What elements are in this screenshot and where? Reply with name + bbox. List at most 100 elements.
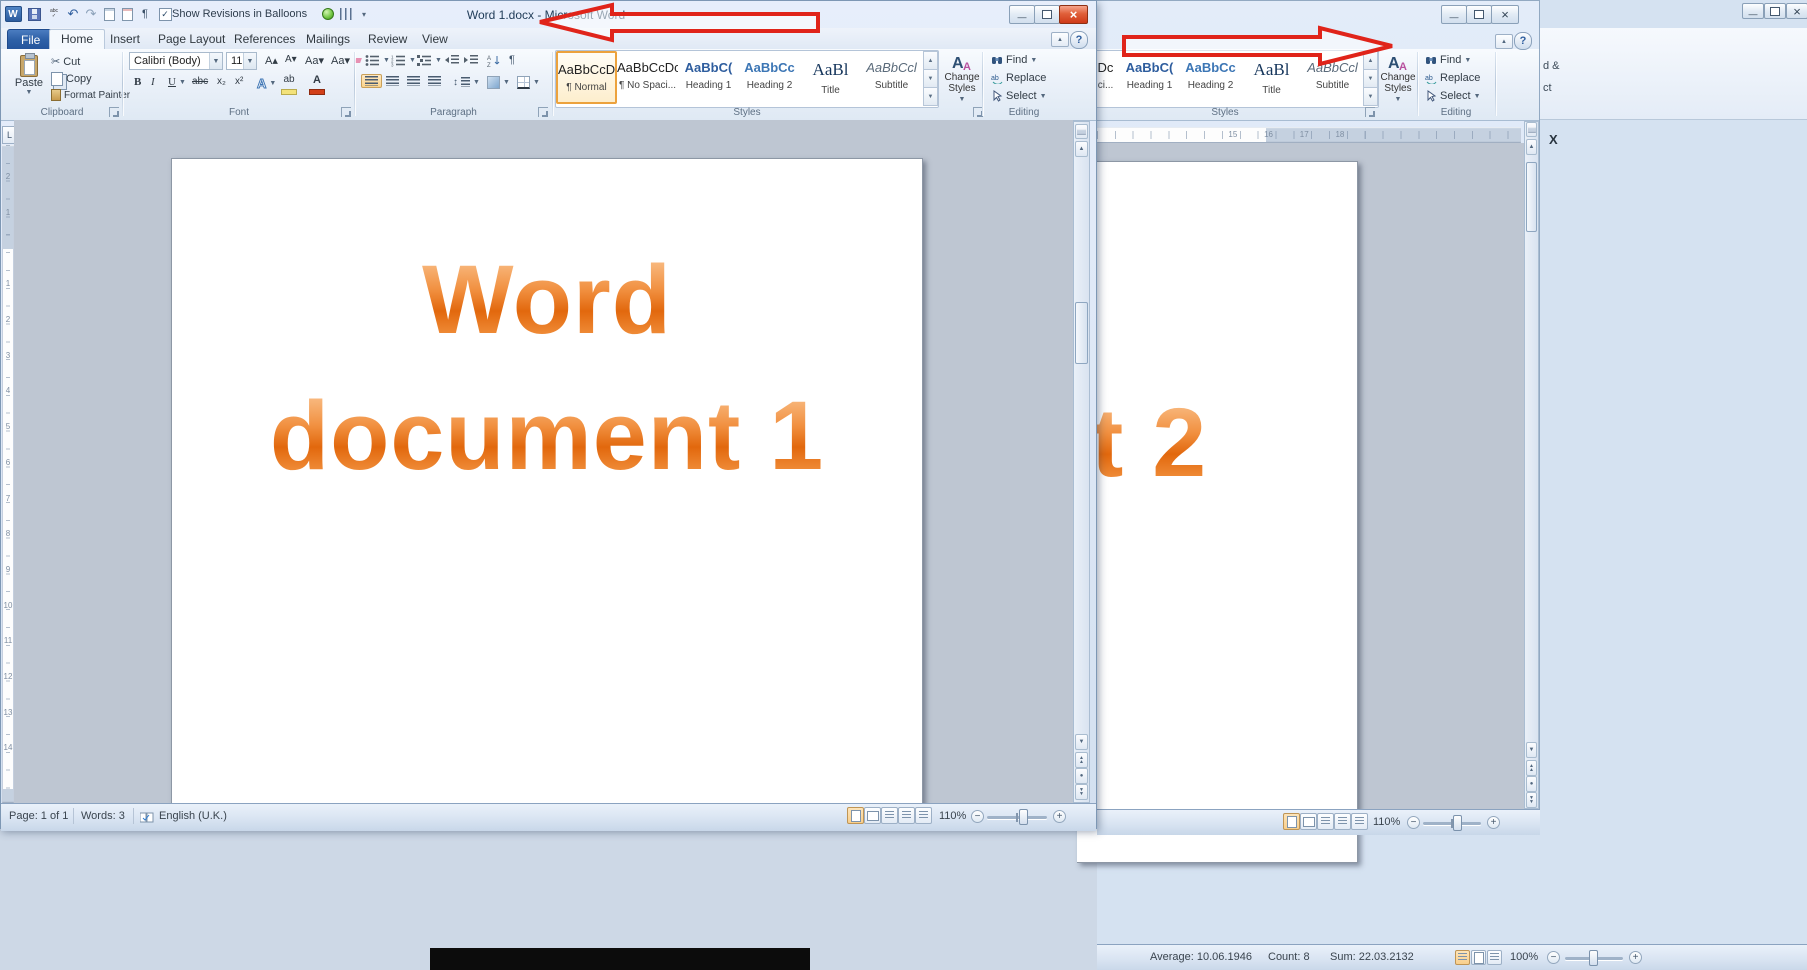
proofing-icon[interactable]: [140, 812, 154, 824]
grow-font-button[interactable]: [261, 52, 282, 69]
style-cell-title[interactable]: AaBl Title: [1241, 51, 1302, 104]
style-cell-heading1[interactable]: AaBbC( Heading 1: [678, 51, 739, 104]
zoom-in-button2[interactable]: +: [1487, 816, 1500, 829]
replace-button[interactable]: ab Replace: [987, 70, 1050, 86]
select-browse-object-button[interactable]: ●: [1075, 768, 1088, 784]
underline-button[interactable]: ▼: [164, 74, 190, 90]
tab-view[interactable]: View: [411, 30, 459, 49]
copy-button[interactable]: Copy: [47, 70, 96, 88]
outline-view-button[interactable]: [898, 807, 915, 824]
cut-button[interactable]: Cut: [47, 53, 84, 70]
zoom-level[interactable]: 110%: [939, 810, 966, 822]
vertical-ruler[interactable]: 211234567891011121314: [2, 145, 14, 803]
replace-button2[interactable]: ab Replace: [1421, 70, 1484, 86]
align-left-button[interactable]: [361, 74, 382, 88]
shrink-font-button[interactable]: [281, 52, 301, 67]
increase-indent-button[interactable]: [460, 52, 482, 68]
redo-button[interactable]: [82, 6, 100, 22]
scroll-up-button[interactable]: ▲: [1526, 139, 1537, 155]
highlight-button[interactable]: ab: [277, 73, 301, 97]
vertical-scrollbar2[interactable]: ▲ ▼ ▲ ▲ ● ▼ ▼: [1524, 121, 1539, 809]
select-browse-object-button[interactable]: ●: [1526, 776, 1537, 792]
style-cell-heading1[interactable]: AaBbC( Heading 1: [1119, 51, 1180, 104]
show-hide-marks-button[interactable]: [505, 52, 519, 68]
excel-view-normal-button[interactable]: [1455, 950, 1470, 965]
undo-button[interactable]: [64, 6, 82, 22]
show-markup-button[interactable]: [118, 6, 136, 22]
print-preview-button[interactable]: [100, 6, 118, 22]
scrollbar-thumb[interactable]: [1526, 162, 1537, 232]
excel-zoom-in-button[interactable]: +: [1629, 951, 1642, 964]
draft-view-button2[interactable]: [1351, 813, 1368, 830]
window1-minimize-button[interactable]: [1009, 5, 1035, 24]
web-layout-button2[interactable]: [1317, 813, 1334, 830]
web-layout-button[interactable]: [881, 807, 898, 824]
spelling-button[interactable]: [45, 6, 63, 22]
zoom-out-button2[interactable]: −: [1407, 816, 1420, 829]
print-layout-button[interactable]: [847, 807, 864, 824]
tab-review[interactable]: Review: [357, 30, 418, 49]
borders-button[interactable]: ▼: [513, 74, 544, 91]
previous-page-button[interactable]: ▲ ▲: [1075, 752, 1088, 768]
collapse-ribbon-button2[interactable]: ▲: [1495, 34, 1513, 49]
strikethrough-button[interactable]: [188, 74, 212, 89]
previous-page-button[interactable]: ▲ ▲: [1526, 760, 1537, 776]
excel-view-page-break-button[interactable]: [1487, 950, 1502, 965]
style-cell-subtitle[interactable]: AaBbCcl Subtitle: [1302, 51, 1363, 104]
tab-file[interactable]: File: [7, 29, 54, 51]
page-indicator[interactable]: Page: 1 of 1: [9, 810, 68, 822]
excel-view-page-layout-button[interactable]: [1471, 950, 1486, 965]
subscript-button[interactable]: [213, 74, 230, 89]
document2-text[interactable]: t 2: [1091, 394, 1207, 491]
save-button[interactable]: [25, 6, 43, 22]
styles-scroll-up[interactable]: ▲: [923, 51, 938, 70]
next-page-button[interactable]: ▼ ▼: [1526, 792, 1537, 808]
styles-scroll-down[interactable]: ▼: [1363, 69, 1378, 88]
document1-text-line1[interactable]: Word: [172, 251, 922, 348]
select-button2[interactable]: Select▼: [1421, 88, 1485, 104]
scroll-down-button[interactable]: ▼: [1526, 742, 1537, 758]
excel-minimize-button[interactable]: [1742, 3, 1764, 19]
find-button[interactable]: Find▼: [987, 52, 1041, 68]
excel-maximize-button[interactable]: [1764, 3, 1786, 19]
style-cell-title[interactable]: AaBl Title: [800, 51, 861, 104]
window2-minimize-button[interactable]: [1441, 5, 1467, 24]
shading-button[interactable]: ▼: [483, 74, 514, 91]
styles-more-button[interactable]: ▼: [923, 87, 938, 106]
change-case-button[interactable]: [301, 52, 328, 69]
italic-button[interactable]: [147, 74, 159, 90]
scroll-down-button[interactable]: ▼: [1075, 734, 1088, 750]
tab-mailings[interactable]: Mailings: [295, 30, 361, 49]
styles-dialog-launcher[interactable]: [1365, 107, 1375, 117]
find-button2[interactable]: Find▼: [1421, 52, 1475, 68]
fullscreen-reading-button2[interactable]: [1300, 813, 1317, 830]
ruler-toggle-button[interactable]: [1075, 124, 1088, 139]
superscript-button[interactable]: [231, 74, 247, 89]
excel-find-select-fragment[interactable]: d &: [1543, 60, 1560, 72]
excel-zoom-slider-thumb[interactable]: [1589, 950, 1598, 966]
next-page-button[interactable]: ▼ ▼: [1075, 784, 1088, 800]
styles-scroll-up[interactable]: ▲: [1363, 51, 1378, 70]
window1-close-button[interactable]: [1059, 5, 1088, 24]
paste-button[interactable]: Paste ▼: [7, 51, 51, 98]
print-layout-button2[interactable]: [1283, 813, 1300, 830]
style-cell-no-spacing[interactable]: AaBbCcDc ¶ No Spaci...: [617, 51, 678, 104]
align-right-button[interactable]: [403, 74, 424, 88]
outline-view-button2[interactable]: [1334, 813, 1351, 830]
excel-close-button[interactable]: [1786, 3, 1807, 19]
document1-text-line2[interactable]: document 1: [172, 387, 922, 484]
style-cell-heading2[interactable]: AaBbCc Heading 2: [739, 51, 800, 104]
bold-button[interactable]: [130, 74, 145, 90]
style-cell-subtitle[interactable]: AaBbCcl Subtitle: [861, 51, 922, 104]
help-button2[interactable]: [1514, 32, 1532, 50]
style-cell-heading2[interactable]: AaBbCc Heading 2: [1180, 51, 1241, 104]
tab-references[interactable]: References: [223, 30, 306, 49]
document-page2[interactable]: t 2: [1077, 161, 1358, 863]
zoom-slider-thumb2[interactable]: [1453, 815, 1462, 831]
font-dialog-launcher[interactable]: [341, 107, 351, 117]
zoom-in-button[interactable]: +: [1053, 810, 1066, 823]
styles-scroll-down[interactable]: ▼: [923, 69, 938, 88]
align-center-button[interactable]: [382, 74, 403, 88]
draft-view-button[interactable]: [915, 807, 932, 824]
clipboard-dialog-launcher[interactable]: [109, 107, 119, 117]
